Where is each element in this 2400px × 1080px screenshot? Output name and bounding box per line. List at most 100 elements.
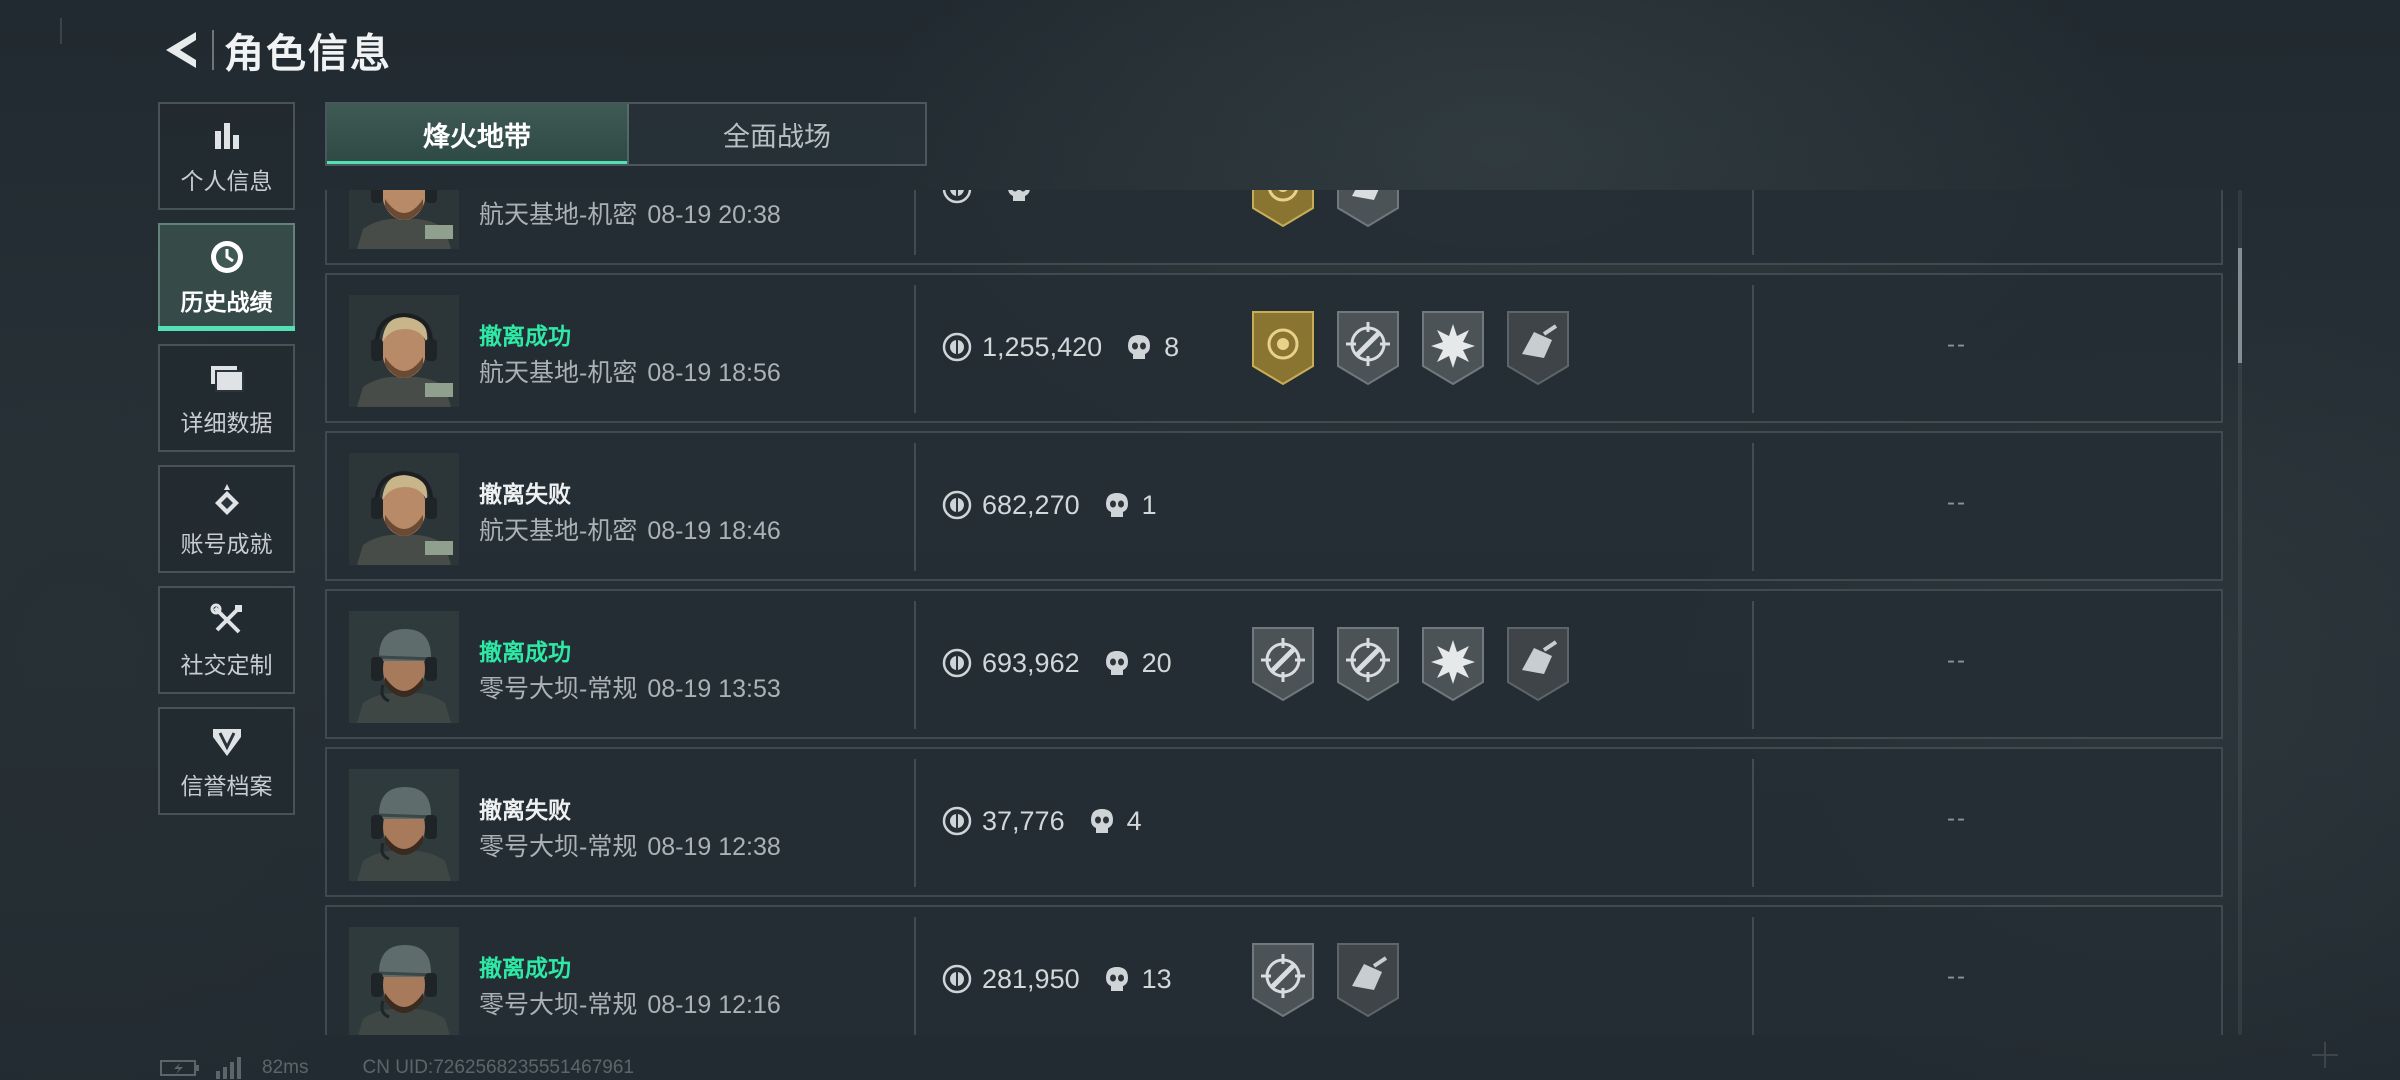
tab-full-battlefield[interactable]: 全面战场 xyxy=(629,104,925,164)
match-meta: 零号大坝-常规 08-19 12:16 xyxy=(479,985,781,1021)
tab-hazard-zone[interactable]: 烽火地带 xyxy=(327,104,629,164)
operator-portrait-cap xyxy=(349,927,459,1035)
sidebar-item-social[interactable]: 社交定制 xyxy=(158,586,295,694)
page-title: 角色信息 xyxy=(224,32,392,76)
extract-status: 撤离成功 xyxy=(479,323,571,349)
kills-skull-icon xyxy=(1105,493,1128,517)
badge-list xyxy=(1249,940,1419,1020)
match-result-placeholder: -- xyxy=(1947,331,1967,358)
mode-tabs: 烽火地带 全面战场 xyxy=(325,102,927,166)
plus-icon xyxy=(2312,1042,2338,1068)
match-value: 693,962 xyxy=(982,647,1080,678)
match-kills: 8 xyxy=(1164,331,1180,362)
scrollbar-thumb[interactable] xyxy=(2238,248,2242,363)
sidebar-item-label: 个人信息 xyxy=(180,168,273,194)
operator-portrait-blond xyxy=(349,190,459,249)
sidebar-item-label: 详细数据 xyxy=(180,410,273,436)
crosshair-badge-icon[interactable] xyxy=(1249,940,1317,1020)
operator-portrait-blond xyxy=(349,295,459,407)
clock-icon xyxy=(207,237,247,277)
crosshair-badge-icon[interactable] xyxy=(1334,308,1402,388)
row-divider xyxy=(1752,190,1754,255)
match-meta: 零号大坝-常规 08-19 13:53 xyxy=(479,669,781,705)
back-button[interactable] xyxy=(160,24,204,76)
match-row[interactable]: 撤离成功 航天基地-机密 08-19 18:56 1,255,420 8 -- xyxy=(325,273,2223,423)
extract-status: 撤离成功 xyxy=(479,639,571,665)
match-time: 08-19 13:53 xyxy=(647,675,781,703)
match-meta: 航天基地-机密 08-19 18:56 xyxy=(479,353,781,389)
row-divider xyxy=(914,285,916,413)
top-edge-marker xyxy=(60,18,62,44)
gold-value-badge-icon[interactable] xyxy=(1249,308,1317,388)
sidebar-item-detailed-data[interactable]: 详细数据 xyxy=(158,344,295,452)
operator-portrait-cap xyxy=(349,769,459,881)
match-result-placeholder: -- xyxy=(1947,647,1967,674)
row-divider xyxy=(1752,601,1754,729)
sidebar-item-credit[interactable]: 信誉档案 xyxy=(158,707,295,815)
match-meta: 航天基地-机密 08-19 20:38 xyxy=(479,195,781,231)
destroy-badge-icon[interactable] xyxy=(1334,190,1402,230)
match-result-placeholder: -- xyxy=(1947,963,1967,990)
match-kills: 13 xyxy=(1141,963,1172,994)
match-stats: 37,776 4 xyxy=(942,801,1142,841)
match-map: 航天基地-机密 xyxy=(479,359,638,387)
sidebar-item-personal-info[interactable]: 个人信息 xyxy=(158,102,295,210)
destroy-badge-icon[interactable] xyxy=(1334,940,1402,1020)
match-stats: 1,255,420 8 xyxy=(942,327,1179,367)
match-row[interactable]: 撤离失败 航天基地-机密 08-19 18:46 682,270 1 -- xyxy=(325,431,2223,581)
match-kills: 20 xyxy=(1141,647,1172,678)
match-row[interactable]: 撤离成功 零号大坝-常规 08-19 13:53 693,962 20 -- xyxy=(325,589,2223,739)
match-kills: 4 xyxy=(1126,805,1142,836)
match-result-placeholder: -- xyxy=(1947,805,1967,832)
row-divider xyxy=(1752,917,1754,1035)
row-divider xyxy=(914,759,916,887)
value-coin-icon xyxy=(942,490,972,520)
sidebar-item-achievements[interactable]: 账号成就 xyxy=(158,465,295,573)
match-stats: 281,950 13 xyxy=(942,959,1172,999)
kills-skull-icon xyxy=(1105,967,1128,991)
match-map: 航天基地-机密 xyxy=(479,201,638,229)
match-meta: 航天基地-机密 08-19 18:46 xyxy=(479,511,781,547)
ping-value: 82ms xyxy=(262,1057,309,1078)
match-stats xyxy=(942,190,1044,209)
signal-icon xyxy=(216,1057,241,1079)
match-value: 37,776 xyxy=(982,805,1065,836)
crosshair-badge-icon[interactable] xyxy=(1249,624,1317,704)
battery-icon xyxy=(160,1060,199,1076)
match-row[interactable]: 撤离失败 零号大坝-常规 08-19 12:38 37,776 4 -- xyxy=(325,747,2223,897)
sidebar-item-history[interactable]: 历史战绩 xyxy=(158,223,295,331)
match-meta: 零号大坝-常规 08-19 12:38 xyxy=(479,827,781,863)
value-coin-icon xyxy=(942,190,972,204)
destroy-badge-icon[interactable] xyxy=(1504,624,1572,704)
row-divider xyxy=(1752,759,1754,887)
player-uid: CN UID:7262568235551467961 xyxy=(362,1057,634,1078)
match-row[interactable]: 航天基地-机密 08-19 20:38 xyxy=(325,190,2223,265)
gold-value-badge-icon[interactable] xyxy=(1249,190,1317,230)
row-divider xyxy=(914,917,916,1035)
match-time: 08-19 18:56 xyxy=(647,359,781,387)
match-time: 08-19 18:46 xyxy=(647,517,781,545)
match-value: 281,950 xyxy=(982,963,1080,994)
match-history-list[interactable]: 航天基地-机密 08-19 20:38 撤离成功 航天基地-机密 08-19 1… xyxy=(325,190,2225,1035)
value-coin-icon xyxy=(942,806,972,836)
kills-skull-icon xyxy=(1128,335,1151,359)
match-value: 1,255,420 xyxy=(982,331,1103,362)
match-time: 08-19 12:16 xyxy=(647,991,781,1019)
destroy-badge-icon[interactable] xyxy=(1504,308,1572,388)
match-stats: 693,962 20 xyxy=(942,643,1172,683)
match-kills: 1 xyxy=(1141,489,1157,520)
operator-portrait-cap xyxy=(349,611,459,723)
bar-chart-icon xyxy=(207,116,247,156)
sidebar-item-label: 信誉档案 xyxy=(180,773,273,799)
crosshair-badge-icon[interactable] xyxy=(1334,624,1402,704)
badge-list xyxy=(1249,624,1589,704)
kills-skull-icon xyxy=(1090,809,1113,833)
match-time: 08-19 12:38 xyxy=(647,833,781,861)
explosion-badge-icon[interactable] xyxy=(1419,308,1487,388)
explosion-badge-icon[interactable] xyxy=(1419,624,1487,704)
page-header: 角色信息 xyxy=(160,24,392,76)
extract-status: 撤离失败 xyxy=(479,797,571,823)
tools-icon xyxy=(207,600,247,640)
operator-portrait-blond xyxy=(349,453,459,565)
match-row[interactable]: 撤离成功 零号大坝-常规 08-19 12:16 281,950 13 -- xyxy=(325,905,2223,1035)
